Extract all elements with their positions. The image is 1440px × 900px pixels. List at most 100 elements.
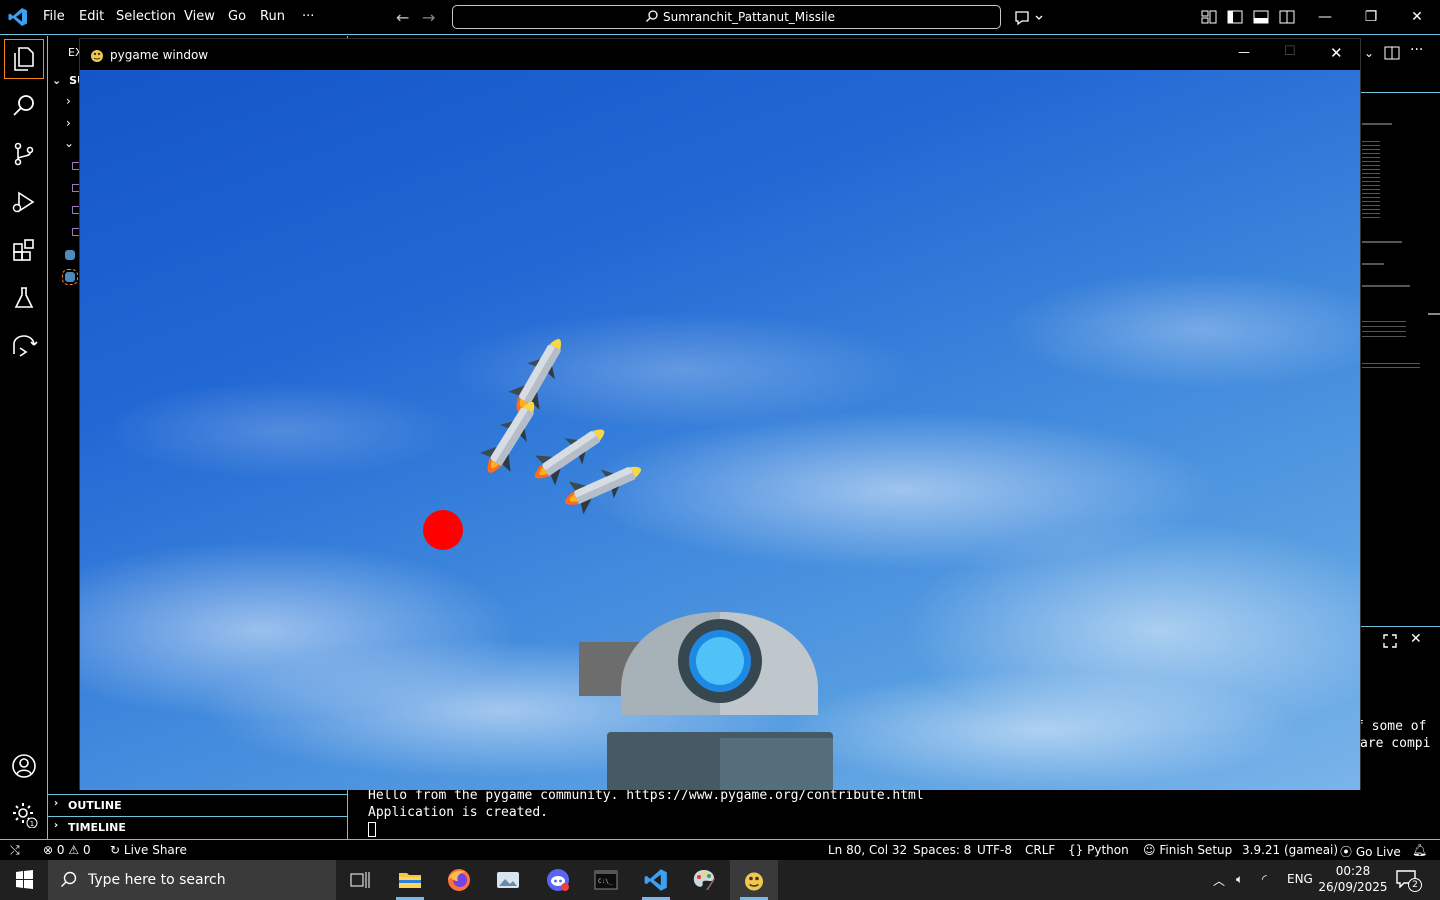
toggle-panel-icon[interactable] — [1253, 9, 1269, 25]
timeline-section[interactable]: › TIMELINE — [48, 816, 347, 838]
task-view-button[interactable] — [336, 860, 384, 900]
cursor-position[interactable]: Ln 80, Col 32 — [828, 843, 907, 857]
python-file-icon[interactable] — [62, 269, 78, 285]
chevron-down-icon: ⌄ — [52, 74, 62, 87]
menu-file[interactable]: File — [43, 9, 65, 24]
action-center-button[interactable]: 2 — [1394, 868, 1424, 892]
manage-gear-icon[interactable]: 1 — [10, 800, 38, 828]
command-center-search[interactable]: Sumranchit_Pattanut_Missile — [452, 5, 1001, 29]
minimap[interactable] — [1360, 92, 1440, 612]
paint-palette-icon — [693, 870, 715, 890]
end-of-line[interactable]: CRLF — [1025, 843, 1055, 857]
menu-view[interactable]: View — [184, 9, 215, 24]
game-canvas[interactable] — [80, 70, 1360, 790]
terminal-app[interactable]: C:\_ — [582, 860, 630, 900]
search-icon — [61, 871, 77, 887]
chevron-down-icon[interactable]: ⌄ — [64, 136, 74, 150]
menu-selection[interactable]: Selection — [116, 9, 176, 24]
windows-taskbar: Type here to search C:\_ ︿ 🔈︎ ◜ ENG 00:2… — [0, 860, 1440, 900]
customize-layout-icon[interactable] — [1201, 9, 1217, 25]
testing-flask-icon[interactable] — [10, 284, 38, 312]
indentation[interactable]: Spaces: 8 — [913, 843, 971, 857]
forward-arrow-icon[interactable]: → — [422, 8, 435, 27]
clock-date: 26/09/2025 — [1318, 880, 1388, 894]
clock-time: 00:28 — [1335, 864, 1371, 878]
input-language[interactable]: ENG — [1287, 872, 1313, 886]
vscode-app[interactable] — [632, 860, 680, 900]
volume-icon[interactable]: 🔈︎ — [1236, 872, 1243, 887]
activity-bar: 1 — [0, 36, 48, 839]
finish-setup-button[interactable]: ☺ Finish Setup — [1143, 843, 1232, 857]
menu-go[interactable]: Go — [228, 9, 246, 24]
outline-label: OUTLINE — [68, 799, 122, 812]
chevron-right-icon[interactable]: › — [66, 116, 71, 130]
copilot-icon: ☺ — [1143, 843, 1156, 857]
pygame-minimize-icon[interactable]: — — [1238, 45, 1250, 59]
extensions-icon[interactable] — [10, 236, 38, 264]
live-share-icon: ↻ — [110, 843, 121, 857]
source-control-icon[interactable] — [10, 140, 38, 168]
pygame-window[interactable]: pygame window — ☐ ✕ — [79, 38, 1361, 790]
pygame-title-bar[interactable]: pygame window — ☐ ✕ — [80, 39, 1360, 70]
terminal-icon: C:\_ — [594, 870, 618, 890]
vscode-icon — [644, 869, 667, 891]
minimize-icon[interactable]: — — [1310, 6, 1340, 28]
restore-icon[interactable]: ❐ — [1356, 6, 1386, 28]
more-actions-icon[interactable]: ··· — [1410, 42, 1423, 58]
python-file-icon[interactable] — [65, 250, 75, 260]
remote-indicator-icon[interactable]: ⤭ — [10, 843, 20, 858]
chevron-right-icon: › — [54, 798, 59, 809]
outline-section[interactable]: › OUTLINE — [48, 794, 347, 816]
notifications-bell-icon[interactable]: 🔔︎ — [1412, 843, 1427, 857]
copilot-chat-icon[interactable] — [1014, 9, 1044, 27]
paint-app[interactable] — [680, 860, 728, 900]
language-mode[interactable]: {} Python — [1068, 843, 1129, 857]
pygame-title: pygame window — [110, 48, 209, 62]
run-and-debug-icon[interactable] — [10, 188, 38, 216]
accounts-icon[interactable] — [10, 752, 38, 780]
file-encoding[interactable]: UTF-8 — [977, 843, 1012, 857]
problems-indicator[interactable]: ⊗ 0 ⚠ 0 — [43, 843, 91, 857]
maximize-panel-icon[interactable] — [1382, 633, 1398, 649]
terminal-line-1: Hello from the pygame community. https:/… — [368, 788, 924, 803]
system-clock[interactable]: 00:28 26/09/2025 — [1318, 863, 1388, 895]
snipping-tool-app[interactable] — [484, 860, 532, 900]
settings-badge: 1 — [30, 820, 34, 828]
split-editor-icon[interactable] — [1384, 45, 1400, 61]
toggle-primary-sidebar-icon[interactable] — [1227, 9, 1243, 25]
pygame-close-icon[interactable]: ✕ — [1330, 44, 1343, 62]
python-interpreter[interactable]: 3.9.21 (gameai) — [1242, 843, 1338, 857]
search-icon[interactable] — [10, 92, 38, 120]
remote-explorer-icon[interactable] — [10, 332, 38, 360]
chevron-right-icon: › — [54, 820, 59, 831]
menu-run[interactable]: Run — [260, 9, 285, 24]
taskbar-search-box[interactable]: Type here to search — [48, 860, 336, 900]
firefox-app[interactable] — [435, 860, 483, 900]
back-arrow-icon[interactable]: ← — [396, 8, 409, 27]
explorer-icon[interactable] — [10, 45, 38, 73]
game-scene — [80, 270, 1360, 790]
windows-start-icon[interactable] — [0, 860, 48, 900]
panel-toolbar: ✕ — [1360, 626, 1440, 656]
discord-app[interactable] — [534, 860, 582, 900]
live-share-button[interactable]: ↻ Live Share — [110, 843, 187, 857]
go-live-button[interactable]: ⦿ Go Live — [1340, 843, 1401, 860]
braces-icon: {} — [1068, 843, 1084, 857]
close-panel-icon[interactable]: ✕ — [1410, 631, 1422, 647]
chevron-right-icon[interactable]: › — [66, 94, 71, 108]
menu-edit[interactable]: Edit — [79, 9, 104, 24]
toggle-secondary-sidebar-icon[interactable] — [1279, 9, 1295, 25]
warning-count: 0 — [82, 843, 91, 857]
chevron-down-icon[interactable]: ⌄ — [1364, 46, 1374, 60]
notification-count-badge: 2 — [1408, 878, 1422, 892]
terminal-right-line-1: f some of — [1356, 719, 1427, 734]
pygame-app[interactable] — [730, 860, 778, 900]
error-count: 0 — [56, 843, 65, 857]
show-hidden-icons-icon[interactable]: ︿ — [1213, 872, 1225, 889]
menu-more[interactable]: ··· — [302, 9, 314, 24]
file-explorer-app[interactable] — [386, 860, 434, 900]
wifi-icon[interactable]: ◜ — [1262, 872, 1267, 886]
close-icon[interactable]: ✕ — [1402, 6, 1432, 28]
go-live-label: Go Live — [1355, 845, 1401, 859]
live-share-label: Live Share — [123, 843, 187, 857]
